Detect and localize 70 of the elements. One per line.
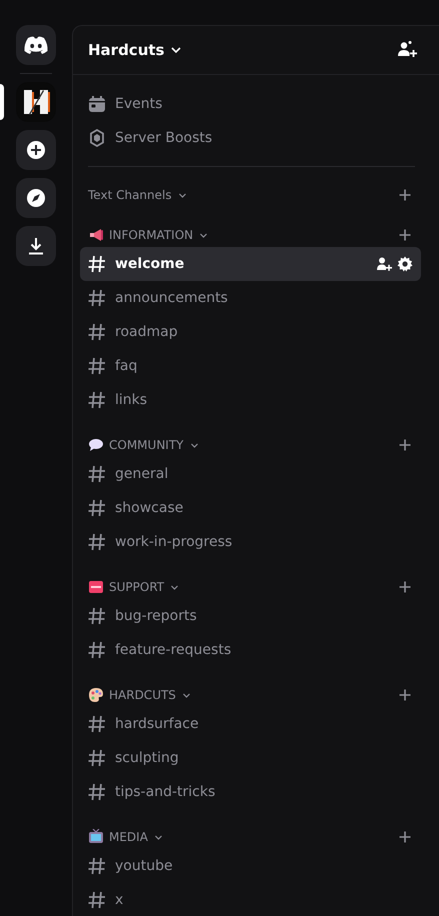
sos-icon [88, 579, 104, 595]
server-name-button[interactable]: Hardcuts [88, 41, 182, 59]
discord-logo-icon [24, 36, 48, 54]
hashtag-icon [88, 641, 106, 659]
hashtag-icon [88, 323, 106, 341]
channel-item[interactable]: general [80, 457, 421, 491]
category-header[interactable]: INFORMATION [88, 227, 208, 243]
chevron-down-icon [182, 690, 191, 700]
add-icon [26, 140, 46, 160]
channel-item[interactable]: feature-requests [80, 633, 421, 667]
channel-item[interactable]: links [80, 383, 421, 417]
channel-item[interactable]: x [80, 883, 421, 916]
palette-icon [88, 687, 104, 703]
download-icon [26, 236, 46, 256]
channel-item[interactable]: tips-and-tricks [80, 775, 421, 809]
server-logo-button[interactable] [16, 82, 56, 122]
channel-item[interactable]: work-in-progress [80, 525, 421, 559]
hashtag-icon [88, 357, 106, 375]
chevron-down-icon [199, 230, 208, 240]
hashtag-icon [88, 891, 106, 909]
hashtag-icon [88, 607, 106, 625]
hashtag-icon [88, 749, 106, 767]
channel-item[interactable]: showcase [80, 491, 421, 525]
megaphone-icon [88, 227, 104, 243]
add-channel-icon[interactable] [399, 581, 411, 593]
add-button[interactable] [16, 130, 56, 170]
hashtag-icon [88, 499, 106, 517]
category-header[interactable]: HARDCUTS [88, 687, 191, 703]
category-header[interactable]: COMMUNITY [88, 437, 198, 453]
channel-item[interactable]: welcome [80, 247, 421, 281]
hashtag-icon [88, 715, 106, 733]
category-header[interactable]: MEDIA [88, 829, 163, 845]
channel-item[interactable]: faq [80, 349, 421, 383]
chevron-down-icon [154, 832, 163, 842]
sidebar-item[interactable]: Events [80, 87, 421, 121]
category-header[interactable]: Text Channels [88, 188, 187, 202]
hashtag-icon [88, 857, 106, 875]
settings-icon[interactable] [397, 256, 413, 272]
invite-people-icon[interactable] [376, 256, 392, 272]
television-icon [88, 829, 104, 845]
hashtag-icon [88, 465, 106, 483]
channel-item[interactable]: bug-reports [80, 599, 421, 633]
add-channel-icon[interactable] [399, 831, 411, 843]
compass-button[interactable] [16, 178, 56, 218]
channel-item[interactable]: hardsurface [80, 707, 421, 741]
speech-bubble-icon [88, 437, 104, 453]
hashtag-icon [88, 289, 106, 307]
calendar-icon [88, 95, 106, 113]
gem-icon [88, 129, 106, 147]
chevron-down-icon [170, 582, 180, 592]
hashtag-icon [88, 783, 106, 801]
hashtag-icon [88, 391, 106, 409]
add-channel-icon[interactable] [399, 689, 411, 701]
download-button[interactable] [16, 226, 56, 266]
channel-item[interactable]: youtube [80, 849, 421, 883]
compass-icon [26, 188, 46, 208]
channel-item[interactable]: announcements [80, 281, 421, 315]
sidebar-item[interactable]: Server Boosts [80, 121, 421, 155]
add-channel-icon[interactable] [399, 229, 411, 241]
chevron-down-icon [178, 190, 187, 200]
channel-item[interactable]: roadmap [80, 315, 421, 349]
channel-item[interactable]: sculpting [80, 741, 421, 775]
category-header[interactable]: SUPPORT [88, 579, 180, 595]
add-channel-icon[interactable] [399, 189, 411, 201]
hashtag-icon [88, 533, 106, 551]
add-channel-icon[interactable] [399, 439, 411, 451]
chevron-down-icon [190, 440, 198, 450]
discord-logo-button[interactable] [16, 25, 56, 65]
invite-people-icon[interactable] [397, 40, 417, 60]
hashtag-icon [88, 255, 106, 273]
